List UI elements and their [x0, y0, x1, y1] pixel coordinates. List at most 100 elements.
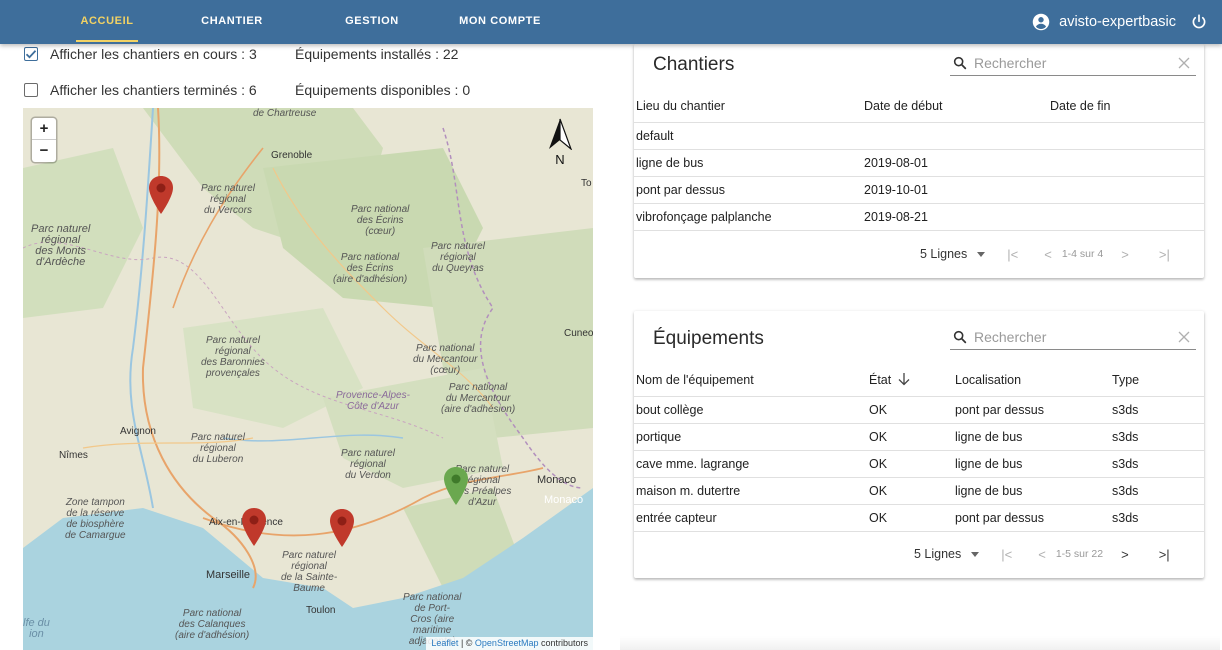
- account-circle-icon[interactable]: [1032, 13, 1050, 31]
- site-map[interactable]: de Chartreuse Grenoble Parc naturel régi…: [23, 108, 593, 650]
- cell-type: s3ds: [1112, 510, 1139, 525]
- label-monts-ardeche: Parc naturel régional des Monts d'Ardèch…: [31, 223, 91, 268]
- checkbox-finished-sites[interactable]: [24, 83, 38, 97]
- zoom-out-button[interactable]: −: [32, 140, 56, 162]
- label-monaco-sea: Monaco: [544, 494, 584, 506]
- cell-lieu: default: [636, 128, 674, 143]
- tab-mon-compte[interactable]: MON COMPTE: [440, 0, 560, 44]
- cell-type: s3ds: [1112, 429, 1139, 444]
- available-count: Équipements disponibles : 0: [295, 82, 471, 98]
- username[interactable]: avisto-expertbasic: [1059, 14, 1176, 30]
- equipements-title: Équipements: [653, 328, 764, 349]
- chantiers-pagination: 5 Lignes |< < 1-4 sur 4 > >|: [920, 241, 1170, 267]
- zoom-control: + −: [32, 118, 56, 162]
- map-marker-red[interactable]: [240, 507, 268, 547]
- chantiers-search-input[interactable]: [974, 54, 1178, 71]
- equipements-card: Équipements Nom de l'équipement État Loc…: [634, 311, 1204, 578]
- table-row[interactable]: default: [634, 122, 1204, 149]
- rows-per-page-label: 5 Lignes: [914, 547, 962, 561]
- leaflet-link[interactable]: Leaflet: [431, 638, 458, 648]
- cell-etat: OK: [869, 510, 888, 525]
- first-page-icon[interactable]: |<: [1007, 247, 1018, 262]
- cell-date-fin: [1048, 176, 1204, 203]
- cell-type: s3ds: [1112, 402, 1139, 417]
- cell-lieu: pont par dessus: [636, 182, 725, 197]
- table-row[interactable]: ligne de bus 2019-08-01: [634, 149, 1204, 176]
- last-page-icon[interactable]: >|: [1159, 247, 1170, 262]
- cell-localisation: pont par dessus: [955, 402, 1044, 417]
- search-icon: [953, 330, 967, 343]
- chantiers-search: [950, 50, 1196, 76]
- filter-finished-sites[interactable]: Afficher les chantiers terminés : 6: [24, 81, 257, 99]
- rows-per-page-select[interactable]: 5 Lignes: [920, 247, 986, 261]
- cell-etat: OK: [869, 483, 888, 498]
- label-paca: Provence-Alpes- Côte d'Azur: [336, 390, 410, 412]
- osm-link[interactable]: OpenStreetMap: [475, 638, 539, 648]
- label-marseille: Marseille: [206, 569, 251, 581]
- label-ecrins-coeur: Parc national des Écrins (cœur): [351, 204, 410, 237]
- column-header-lieu[interactable]: Lieu du chantier: [634, 90, 862, 122]
- page-range: 1-4 sur 4: [1061, 248, 1104, 260]
- tab-gestion[interactable]: GESTION: [320, 0, 424, 44]
- table-row[interactable]: entrée capteur OK pont par dessus s3ds: [634, 504, 1204, 531]
- equipements-search: [950, 324, 1196, 350]
- cell-localisation: ligne de bus: [955, 483, 1023, 498]
- cell-nom: maison m. dutertre: [636, 483, 741, 498]
- rows-per-page-select[interactable]: 5 Lignes: [914, 547, 980, 561]
- table-row[interactable]: portique OK ligne de bus s3ds: [634, 423, 1204, 450]
- table-row[interactable]: pont par dessus 2019-10-01: [634, 176, 1204, 203]
- column-header-etat[interactable]: État: [867, 364, 953, 396]
- last-page-icon[interactable]: >|: [1159, 547, 1170, 562]
- label-monaco: Monaco: [537, 474, 577, 486]
- label-mercantour-adhesion: Parc national du Mercantour (aire d'adhé…: [441, 382, 516, 415]
- label-toulon: Toulon: [306, 605, 336, 616]
- attribution-suffix: contributors: [538, 638, 588, 648]
- cell-lieu: vibrofonçage palplanche: [636, 209, 772, 224]
- chantiers-title: Chantiers: [653, 54, 735, 75]
- label-to: To: [581, 178, 592, 189]
- clear-icon[interactable]: [1178, 331, 1190, 343]
- first-page-icon[interactable]: |<: [1001, 547, 1012, 562]
- cell-nom: bout collège: [636, 402, 704, 417]
- cell-etat: OK: [869, 456, 888, 471]
- cell-type: s3ds: [1112, 483, 1139, 498]
- table-row[interactable]: bout collège OK pont par dessus s3ds: [634, 396, 1204, 423]
- table-row[interactable]: vibrofonçage palplanche 2019-08-21: [634, 203, 1204, 230]
- cell-date-debut: 2019-08-01: [864, 155, 928, 170]
- table-row[interactable]: cave mme. lagrange OK ligne de bus s3ds: [634, 450, 1204, 477]
- prev-page-icon[interactable]: <: [1044, 247, 1052, 262]
- equipements-search-input[interactable]: [974, 328, 1178, 345]
- column-header-date-debut[interactable]: Date de début: [862, 90, 1048, 122]
- table-header-row: Lieu du chantier Date de début Date de f…: [634, 90, 1204, 122]
- cell-nom: portique: [636, 429, 682, 444]
- power-icon[interactable]: [1190, 13, 1208, 31]
- prev-page-icon[interactable]: <: [1038, 547, 1046, 562]
- clear-icon[interactable]: [1178, 57, 1190, 69]
- sort-arrow-down-icon[interactable]: [897, 372, 911, 386]
- column-header-etat-label: État: [869, 373, 892, 388]
- zoom-in-button[interactable]: +: [32, 118, 56, 140]
- filter-active-sites[interactable]: Afficher les chantiers en cours : 3: [24, 45, 257, 63]
- table-row[interactable]: maison m. dutertre OK ligne de bus s3ds: [634, 477, 1204, 504]
- tab-accueil[interactable]: ACCUEIL: [54, 0, 160, 44]
- cell-date-debut: [862, 122, 1048, 149]
- tab-chantier[interactable]: CHANTIER: [180, 0, 284, 44]
- map-marker-red[interactable]: [147, 175, 175, 215]
- map-marker-red[interactable]: [328, 508, 356, 548]
- map-marker-green[interactable]: [442, 466, 470, 506]
- cell-date-fin: [1048, 149, 1204, 176]
- map-attribution: Leaflet | © OpenStreetMap contributors: [426, 637, 593, 650]
- column-header-localisation[interactable]: Localisation: [953, 364, 1110, 396]
- next-page-icon[interactable]: >: [1121, 247, 1129, 262]
- label-mercantour-coeur: Parc national du Mercantour (cœur): [413, 343, 478, 376]
- column-header-date-fin[interactable]: Date de fin: [1048, 90, 1204, 122]
- checkbox-active-sites[interactable]: [24, 47, 38, 61]
- search-icon: [953, 56, 967, 69]
- column-header-type[interactable]: Type: [1110, 364, 1204, 396]
- next-page-icon[interactable]: >: [1121, 547, 1129, 562]
- label-chartreuse: de Chartreuse: [253, 108, 317, 119]
- label-luberon: Parc naturel régional du Luberon: [191, 432, 245, 465]
- column-header-nom[interactable]: Nom de l'équipement: [634, 364, 867, 396]
- attribution-separator: | ©: [458, 638, 475, 648]
- rows-per-page-label: 5 Lignes: [920, 247, 968, 261]
